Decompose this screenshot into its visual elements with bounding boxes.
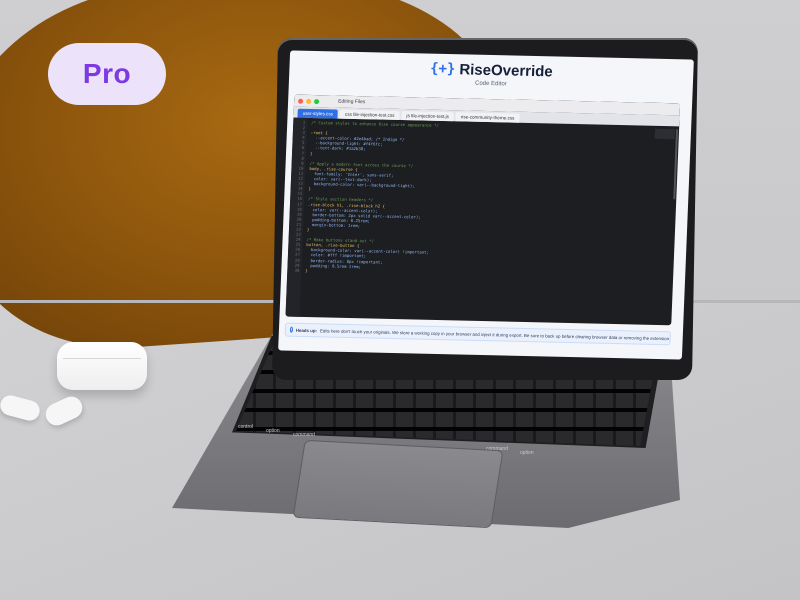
close-dot-icon[interactable] (298, 98, 304, 104)
earbud-right (42, 393, 86, 429)
editor-window-title: Editing Files (337, 98, 366, 106)
pro-badge: Pro (48, 43, 166, 105)
earbuds-case (57, 342, 147, 390)
key-option-right-label: option (520, 450, 534, 456)
page-subtitle: Code Editor (474, 80, 507, 88)
brand-name: RiseOverride (459, 60, 554, 80)
line-number: 30 (294, 267, 300, 273)
info-icon: i (289, 326, 293, 333)
app-header: {+} RiseOverride Code Editor (289, 56, 694, 91)
code-editor[interactable]: Editing Files user-styles.css css file-i… (285, 94, 681, 326)
earbud-left (0, 393, 42, 423)
notice-title: Heads up: (295, 327, 318, 333)
info-notice: i Heads up: Edits here don't touch your … (284, 322, 671, 346)
maximize-dot-icon[interactable] (314, 98, 320, 104)
code-area[interactable]: 1 2 3 4 5 6 7 8 9 10 11 12 13 14 15 16 17 18 19 20 21 22 23 24 2… (285, 117, 679, 326)
trackpad (292, 439, 504, 529)
key-control-label: control (238, 424, 254, 430)
pro-badge-label: Pro (82, 58, 132, 89)
minimap[interactable] (654, 128, 676, 140)
key-option-left-label: option (266, 428, 280, 434)
key-command-left-label: command (293, 432, 315, 438)
code-lines[interactable]: /* Custom styles to enhance Rise course … (299, 118, 679, 325)
minimize-dot-icon[interactable] (306, 98, 312, 104)
notice-text: Edits here don't touch your originals. W… (319, 327, 671, 341)
brand-logo-icon: {+} (429, 60, 456, 78)
laptop-screen: {+} RiseOverride Code Editor Editing Fil… (278, 50, 694, 360)
